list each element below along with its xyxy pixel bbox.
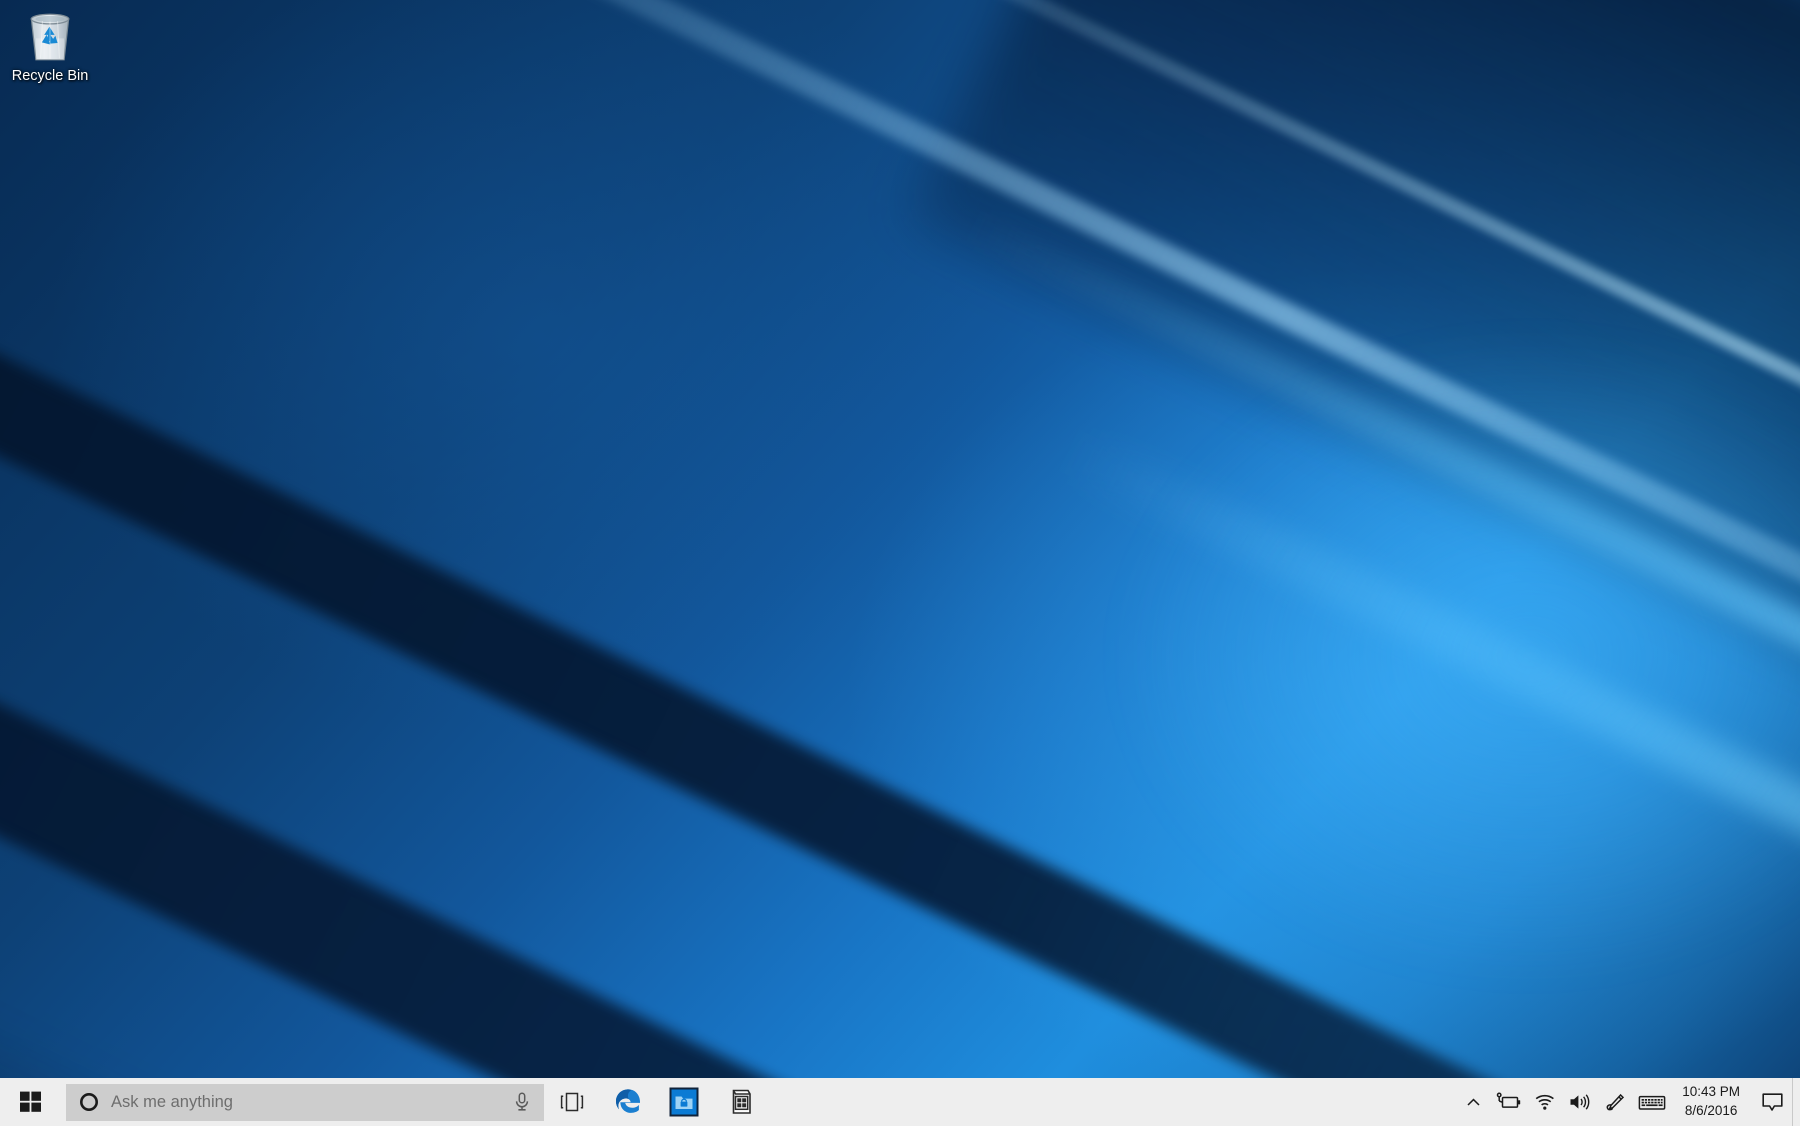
system-tray[interactable]: 10:43 PM 8/6/2016 (1458, 1078, 1800, 1126)
desktop[interactable]: Recycle Bin Ask me anything 10:43 PM 8/6… (0, 0, 1800, 1126)
chevron-up-icon (1467, 1098, 1480, 1106)
microphone-icon[interactable] (512, 1091, 532, 1113)
speech-bubble-icon (1761, 1092, 1783, 1111)
touch-keyboard-button[interactable] (1632, 1078, 1672, 1126)
desktop-icon-label: Recycle Bin (11, 68, 89, 84)
microsoft-edge-button[interactable] (600, 1078, 656, 1126)
action-center-button[interactable] (1752, 1078, 1792, 1126)
search-input[interactable]: Ask me anything (111, 1093, 512, 1112)
clock[interactable]: 10:43 PM 8/6/2016 (1672, 1078, 1752, 1126)
wifi-icon (1535, 1094, 1555, 1110)
microsoft-store-button[interactable] (712, 1078, 768, 1126)
clock-date: 8/6/2016 (1684, 1103, 1738, 1118)
file-explorer-icon (669, 1087, 699, 1117)
taskbar[interactable]: Ask me anything 10:43 PM 8/6/2016 (0, 1078, 1800, 1126)
start-button[interactable] (0, 1078, 62, 1126)
file-explorer-button[interactable] (656, 1078, 712, 1126)
desktop-wallpaper (0, 0, 1800, 1126)
search-box[interactable]: Ask me anything (66, 1083, 544, 1121)
battery-button[interactable] (1488, 1078, 1528, 1126)
task-view-icon (560, 1092, 584, 1112)
task-view-button[interactable] (544, 1078, 600, 1126)
battery-charging-icon (1496, 1092, 1521, 1108)
show-desktop-button[interactable] (1792, 1078, 1800, 1126)
windows-logo-icon (20, 1091, 41, 1112)
wallpaper-glow (1080, 306, 1800, 1006)
store-icon (732, 1089, 751, 1114)
recycle-bin-icon (30, 13, 70, 61)
pen-icon (1606, 1093, 1625, 1111)
network-button[interactable] (1528, 1078, 1562, 1126)
speaker-icon (1570, 1094, 1590, 1110)
windows-ink-button[interactable] (1598, 1078, 1632, 1126)
volume-button[interactable] (1562, 1078, 1598, 1126)
cortana-ring-icon[interactable] (78, 1091, 100, 1113)
clock-time: 10:43 PM (1682, 1084, 1740, 1100)
wallpaper-shadow-bottom-left (0, 700, 1008, 1126)
show-hidden-icons-button[interactable] (1458, 1078, 1488, 1126)
keyboard-icon (1638, 1095, 1666, 1110)
edge-icon (615, 1089, 641, 1113)
desktop-icon-recycle-bin[interactable]: Recycle Bin (6, 8, 94, 85)
